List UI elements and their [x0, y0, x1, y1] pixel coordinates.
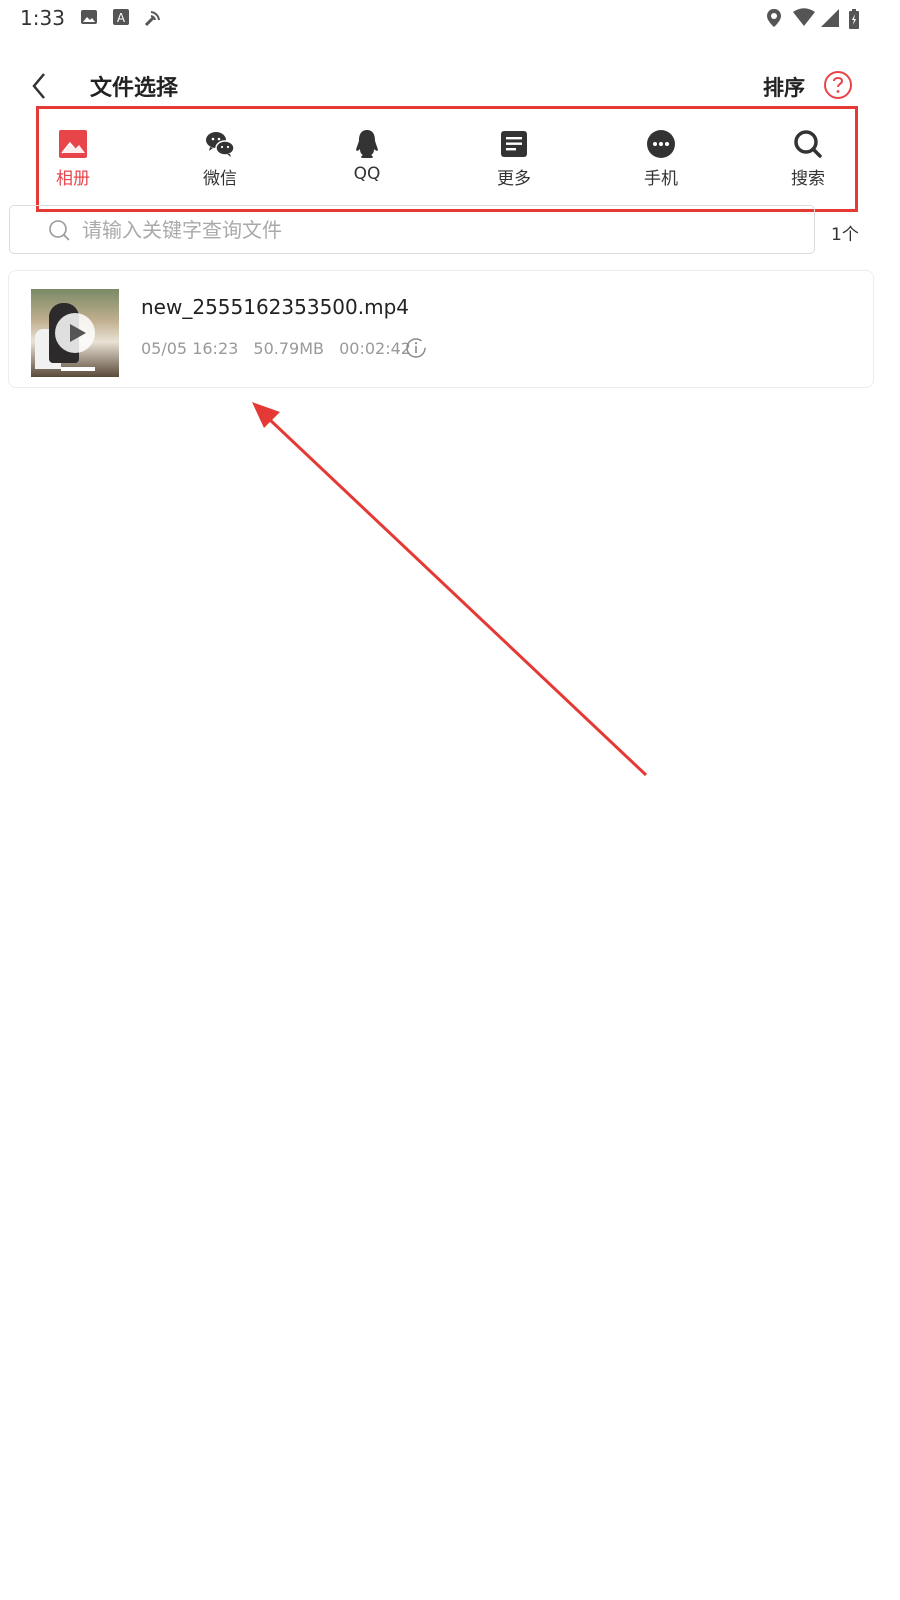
- file-meta: 05/05 16:23 50.79MB 00:02:42: [141, 339, 421, 358]
- wechat-icon: [206, 132, 235, 157]
- header: 文件选择 排序: [0, 60, 900, 110]
- image-icon: [81, 10, 97, 24]
- search-input[interactable]: [80, 212, 784, 248]
- annotation-highlight-box: [36, 106, 858, 212]
- tab-label: 更多: [497, 169, 531, 189]
- tab-label: QQ: [353, 164, 381, 184]
- status-bar: 1:33 A: [0, 0, 900, 36]
- search-icon: [794, 130, 822, 158]
- cell-signal-icon: [821, 9, 839, 27]
- tab-search[interactable]: 搜索: [768, 128, 848, 192]
- thumbnail-caption-bar: [61, 367, 95, 371]
- tab-more[interactable]: 更多: [474, 128, 554, 192]
- tab-label: 搜索: [791, 169, 825, 189]
- play-icon[interactable]: [55, 313, 95, 353]
- tab-phone[interactable]: 手机: [621, 128, 701, 192]
- sort-button[interactable]: 排序: [763, 72, 805, 102]
- tab-label: 手机: [644, 169, 678, 189]
- search-bar: [9, 205, 815, 254]
- info-icon[interactable]: [405, 337, 427, 359]
- tab-label: 相册: [56, 169, 90, 189]
- location-icon: [767, 9, 781, 27]
- more-dots-icon: [647, 130, 675, 158]
- file-date: 05/05 16:23: [141, 339, 239, 358]
- chevron-left-icon[interactable]: [26, 70, 54, 102]
- file-count: 1个: [831, 225, 859, 245]
- page-title: 文件选择: [90, 76, 179, 101]
- tab-album[interactable]: 相册: [33, 128, 113, 192]
- search-icon: [49, 220, 70, 241]
- svg-text:A: A: [117, 11, 126, 25]
- tab-wechat[interactable]: 微信: [180, 128, 260, 192]
- file-size: 50.79MB: [253, 339, 324, 358]
- status-time: 1:33: [20, 6, 65, 30]
- signal-broadcast-icon: [144, 11, 160, 27]
- qq-penguin-icon: [356, 130, 378, 158]
- wifi-icon: [793, 8, 815, 26]
- image-icon: [59, 130, 87, 158]
- file-list-item[interactable]: new_2555162353500.mp4 05/05 16:23 50.79M…: [8, 270, 874, 388]
- document-icon: [501, 131, 527, 157]
- file-name: new_2555162353500.mp4: [141, 295, 410, 319]
- video-thumbnail: [31, 289, 119, 377]
- battery-icon: [849, 9, 859, 29]
- file-duration: 00:02:42: [339, 339, 411, 358]
- tab-qq[interactable]: QQ: [327, 128, 407, 192]
- font-icon: A: [113, 9, 129, 25]
- tab-label: 微信: [203, 169, 237, 189]
- question-circle-icon[interactable]: [823, 70, 853, 100]
